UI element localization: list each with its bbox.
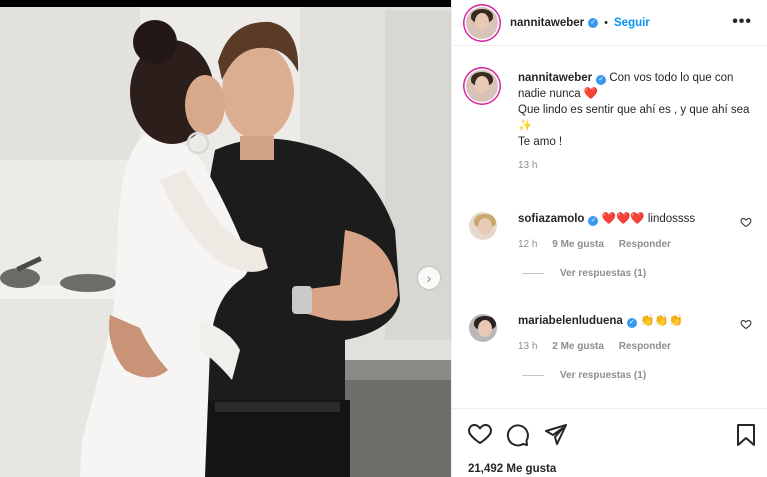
caption-avatar[interactable]: [466, 70, 498, 102]
comment-likes[interactable]: 2 Me gusta: [552, 341, 604, 352]
chevron-right-icon: ›: [426, 270, 432, 286]
author-username[interactable]: nannitaweber: [510, 17, 584, 29]
commenter-username[interactable]: sofiazamolo: [518, 213, 584, 225]
sparkle-emoji: ✨: [518, 120, 533, 132]
view-replies-label: Ver respuestas (1): [560, 370, 647, 381]
couple-photo: [0, 0, 451, 477]
view-replies-label: Ver respuestas (1): [560, 268, 647, 279]
follow-button[interactable]: Seguir: [614, 17, 650, 29]
comment-likes[interactable]: 9 Me gusta: [552, 239, 604, 250]
comment-time[interactable]: 13 h: [518, 341, 537, 352]
commenter-avatar[interactable]: [469, 212, 497, 240]
like-count[interactable]: 21,492 Me gusta: [468, 463, 556, 475]
more-options-icon[interactable]: •••: [732, 13, 752, 31]
photo-top-bar: [0, 0, 451, 7]
comment-body: lindossss: [647, 213, 696, 225]
separator-dot: •: [604, 16, 608, 29]
comment-text: sofiazamolo ✓ ❤️❤️❤️ lindossss: [518, 212, 758, 227]
caption-line-3: Te amo !: [518, 136, 563, 148]
comment-meta: 12 h 9 Me gusta Responder: [518, 239, 758, 250]
post-actions-bar: 21,492 Me gusta: [452, 408, 767, 477]
verified-badge-icon: ✓: [596, 75, 607, 85]
caption-text: nannitaweber ✓ Con vos todo lo que con na…: [518, 70, 758, 150]
comment-time[interactable]: 12 h: [518, 239, 537, 250]
share-icon[interactable]: [544, 423, 568, 445]
reply-button[interactable]: Responder: [619, 239, 671, 250]
bookmark-icon[interactable]: [736, 423, 756, 447]
comment-heart-icon[interactable]: [740, 216, 752, 228]
caption-line-2: Que lindo es sentir que ahí es , y que a…: [518, 104, 750, 116]
post-side-panel: nannitaweber ✓ • Seguir ••• nannitaweber…: [451, 0, 767, 477]
comment-icon[interactable]: [506, 423, 530, 447]
replies-divider: [522, 273, 544, 274]
comment-item: sofiazamolo ✓ ❤️❤️❤️ lindossss 12 h 9 Me …: [466, 212, 758, 279]
replies-divider: [522, 375, 544, 376]
caption-username[interactable]: nannitaweber: [518, 72, 592, 84]
post-photo[interactable]: ›: [0, 0, 451, 477]
author-avatar[interactable]: [466, 6, 498, 39]
comment-meta: 13 h 2 Me gusta Responder: [518, 341, 758, 352]
commenter-avatar[interactable]: [469, 314, 497, 342]
heart-icon[interactable]: [468, 423, 492, 445]
comment-text: mariabelenluduena ✓ 👏👏👏: [518, 314, 758, 329]
commenter-username[interactable]: mariabelenluduena: [518, 315, 623, 327]
comment-emoji: ❤️❤️❤️: [601, 213, 645, 225]
verified-badge-icon: ✓: [588, 216, 599, 226]
heart-emoji: ❤️: [583, 88, 599, 100]
verified-badge-icon: ✓: [626, 318, 637, 328]
next-photo-button[interactable]: ›: [418, 267, 440, 289]
comment-heart-icon[interactable]: [740, 318, 752, 330]
post-header: nannitaweber ✓ • Seguir •••: [452, 0, 767, 46]
view-replies-button[interactable]: Ver respuestas (1): [518, 370, 758, 381]
reply-button[interactable]: Responder: [619, 341, 671, 352]
view-replies-button[interactable]: Ver respuestas (1): [518, 268, 758, 279]
comment-emoji: 👏👏👏: [640, 315, 683, 327]
post-caption: nannitaweber ✓ Con vos todo lo que con na…: [466, 70, 758, 171]
caption-timestamp[interactable]: 13 h: [518, 160, 758, 171]
comment-item: mariabelenluduena ✓ 👏👏👏 13 h 2 Me gusta R…: [466, 314, 758, 381]
verified-badge-icon: ✓: [588, 17, 599, 28]
